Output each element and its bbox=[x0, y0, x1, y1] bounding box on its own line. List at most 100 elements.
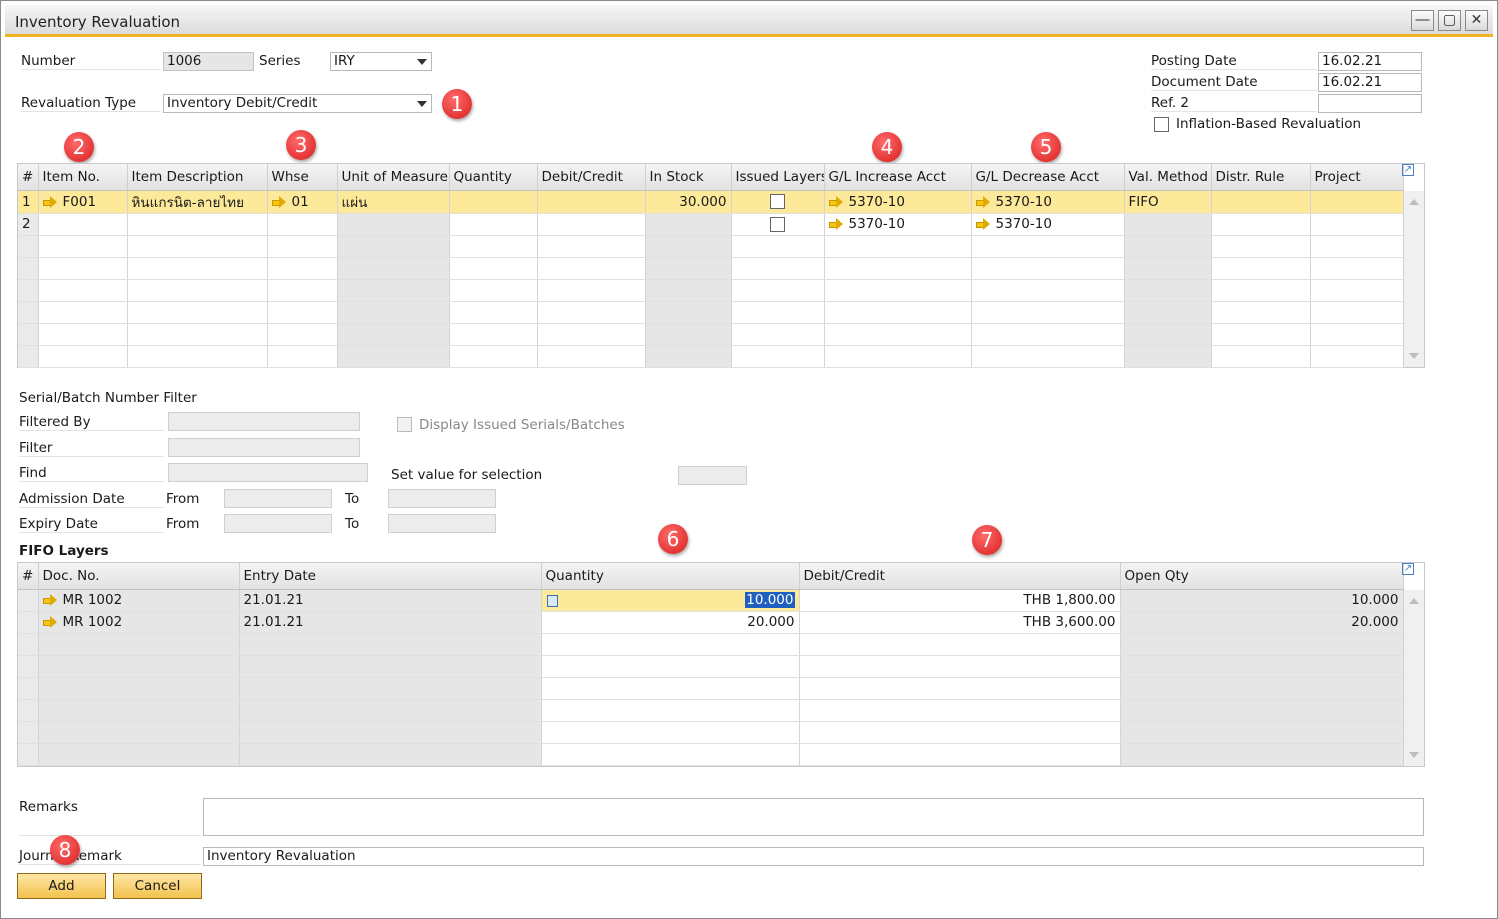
link-arrow-icon[interactable] bbox=[271, 195, 286, 208]
project-cell[interactable] bbox=[1310, 190, 1404, 214]
journal-remark-field[interactable]: Inventory Revaluation bbox=[203, 847, 1424, 866]
calculator-icon[interactable] bbox=[546, 594, 558, 607]
distr-rule-cell[interactable] bbox=[1211, 190, 1311, 214]
table-row[interactable] bbox=[18, 345, 1404, 368]
table-row[interactable]: MR 1002 21.01.21 20.000 THB 3,600.00 20.… bbox=[18, 611, 1404, 634]
quantity-cell-active[interactable]: 10.000 bbox=[541, 589, 800, 612]
row-number[interactable]: 1 bbox=[18, 190, 39, 214]
whse-cell[interactable]: 01 bbox=[267, 190, 338, 214]
minimize-icon[interactable]: ― bbox=[1411, 10, 1434, 31]
cancel-button[interactable]: Cancel bbox=[113, 873, 202, 899]
table-row[interactable] bbox=[18, 279, 1404, 302]
debit-credit-cell[interactable] bbox=[537, 190, 646, 214]
table-row[interactable] bbox=[18, 235, 1404, 258]
link-arrow-icon[interactable] bbox=[42, 616, 57, 628]
revaluation-type-dropdown[interactable]: Inventory Debit/Credit bbox=[163, 94, 432, 113]
col-header-num[interactable]: # bbox=[18, 164, 39, 191]
col-header-quantity[interactable]: Quantity bbox=[449, 164, 538, 191]
table-row[interactable]: MR 1002 21.01.21 10.000 THB 1,800.00 10.… bbox=[18, 589, 1404, 612]
link-arrow-icon[interactable] bbox=[828, 218, 843, 230]
project-cell[interactable] bbox=[1310, 213, 1404, 236]
quantity-cell[interactable] bbox=[449, 190, 538, 214]
table-row[interactable] bbox=[18, 323, 1404, 346]
link-arrow-icon[interactable] bbox=[975, 218, 990, 230]
col-header-issued-layers[interactable]: Issued Layers bbox=[731, 164, 825, 191]
table-row[interactable] bbox=[18, 743, 1404, 766]
close-icon[interactable]: ✕ bbox=[1465, 10, 1488, 31]
quantity-value-selected[interactable]: 10.000 bbox=[745, 592, 795, 608]
col-header-item-no[interactable]: Item No. bbox=[38, 164, 128, 191]
debit-credit-cell[interactable] bbox=[537, 213, 646, 236]
gl-decrease-cell[interactable]: 5370-10 bbox=[971, 190, 1125, 214]
table-row[interactable] bbox=[18, 721, 1404, 744]
fifo-grid-scrollbar[interactable] bbox=[1403, 590, 1424, 766]
whse-cell[interactable] bbox=[267, 213, 338, 236]
callout-badge-2: 2 bbox=[64, 132, 94, 162]
table-row[interactable] bbox=[18, 257, 1404, 280]
col-header-gl-increase[interactable]: G/L Increase Acct bbox=[824, 164, 972, 191]
issued-layers-checkbox[interactable] bbox=[769, 216, 785, 232]
doc-no-cell[interactable]: MR 1002 bbox=[38, 589, 240, 612]
table-row[interactable] bbox=[18, 677, 1404, 700]
ref2-field[interactable] bbox=[1318, 94, 1422, 113]
row-number[interactable]: 2 bbox=[18, 213, 39, 236]
col-header-distr-rule[interactable]: Distr. Rule bbox=[1211, 164, 1311, 191]
series-dropdown[interactable]: IRY bbox=[330, 52, 432, 71]
col-header-val-method[interactable]: Val. Method bbox=[1124, 164, 1212, 191]
item-no-cell[interactable]: F001 bbox=[38, 190, 128, 214]
issued-layers-checkbox[interactable] bbox=[769, 194, 785, 209]
col-header-whse[interactable]: Whse bbox=[267, 164, 338, 191]
distr-rule-cell[interactable] bbox=[1211, 213, 1311, 236]
issued-layers-cell[interactable] bbox=[731, 213, 825, 236]
doc-no-cell[interactable]: MR 1002 bbox=[38, 611, 240, 634]
table-row[interactable] bbox=[18, 301, 1404, 324]
inflation-based-checkbox[interactable] bbox=[1154, 117, 1169, 132]
link-arrow-icon[interactable] bbox=[975, 195, 990, 208]
remarks-field[interactable] bbox=[203, 798, 1424, 836]
document-date-field[interactable]: 16.02.21 bbox=[1318, 73, 1422, 92]
expand-grid-icon[interactable]: ↗ bbox=[1402, 164, 1414, 176]
debit-credit-cell[interactable]: THB 1,800.00 bbox=[799, 589, 1121, 612]
gl-increase-cell[interactable]: 5370-10 bbox=[824, 190, 972, 214]
quantity-cell[interactable]: 20.000 bbox=[541, 611, 800, 634]
scroll-up-icon[interactable] bbox=[1409, 598, 1419, 604]
expand-grid-icon[interactable]: ↗ bbox=[1402, 563, 1414, 575]
col-header-num[interactable]: # bbox=[18, 563, 39, 590]
issued-layers-cell[interactable] bbox=[731, 190, 825, 214]
table-row[interactable] bbox=[18, 699, 1404, 722]
quantity-cell[interactable] bbox=[449, 213, 538, 236]
gl-decrease-cell[interactable]: 5370-10 bbox=[971, 213, 1125, 236]
table-row[interactable]: 1 F001 หินแกรนิต-ลายไทย 01 แผ่น 30.000 5… bbox=[18, 190, 1404, 214]
items-grid-scrollbar[interactable] bbox=[1403, 191, 1424, 367]
scroll-up-icon[interactable] bbox=[1409, 199, 1419, 205]
col-header-open-qty[interactable]: Open Qty bbox=[1120, 563, 1404, 590]
col-header-debit-credit[interactable]: Debit/Credit bbox=[537, 164, 646, 191]
scroll-down-icon[interactable] bbox=[1409, 752, 1419, 758]
add-button[interactable]: Add bbox=[17, 873, 106, 899]
col-header-project[interactable]: Project bbox=[1310, 164, 1404, 191]
filtered-by-label: Filtered By bbox=[19, 414, 164, 431]
item-description-cell[interactable] bbox=[127, 213, 268, 236]
table-row[interactable]: 2 5370-10 5370-10 bbox=[18, 213, 1404, 236]
debit-credit-cell[interactable]: THB 3,600.00 bbox=[799, 611, 1121, 634]
col-header-quantity[interactable]: Quantity bbox=[541, 563, 800, 590]
col-header-in-stock[interactable]: In Stock bbox=[645, 164, 732, 191]
scroll-down-icon[interactable] bbox=[1409, 353, 1419, 359]
gl-increase-cell[interactable]: 5370-10 bbox=[824, 213, 972, 236]
table-row[interactable] bbox=[18, 655, 1404, 678]
col-header-doc-no[interactable]: Doc. No. bbox=[38, 563, 240, 590]
table-row[interactable] bbox=[18, 633, 1404, 656]
col-header-debit-credit[interactable]: Debit/Credit bbox=[799, 563, 1121, 590]
link-arrow-icon[interactable] bbox=[828, 195, 843, 208]
item-description-cell[interactable]: หินแกรนิต-ลายไทย bbox=[127, 190, 268, 214]
col-header-entry-date[interactable]: Entry Date bbox=[239, 563, 542, 590]
col-header-uom[interactable]: Unit of Measure bbox=[337, 164, 450, 191]
maximize-icon[interactable]: ▢ bbox=[1438, 10, 1461, 31]
col-header-gl-decrease[interactable]: G/L Decrease Acct bbox=[971, 164, 1125, 191]
item-no-cell[interactable] bbox=[38, 213, 128, 236]
posting-date-field[interactable]: 16.02.21 bbox=[1318, 52, 1422, 71]
link-arrow-icon[interactable] bbox=[42, 594, 57, 606]
col-header-item-description[interactable]: Item Description bbox=[127, 164, 268, 191]
entry-date-cell: 21.01.21 bbox=[239, 589, 542, 612]
link-arrow-icon[interactable] bbox=[42, 195, 57, 208]
